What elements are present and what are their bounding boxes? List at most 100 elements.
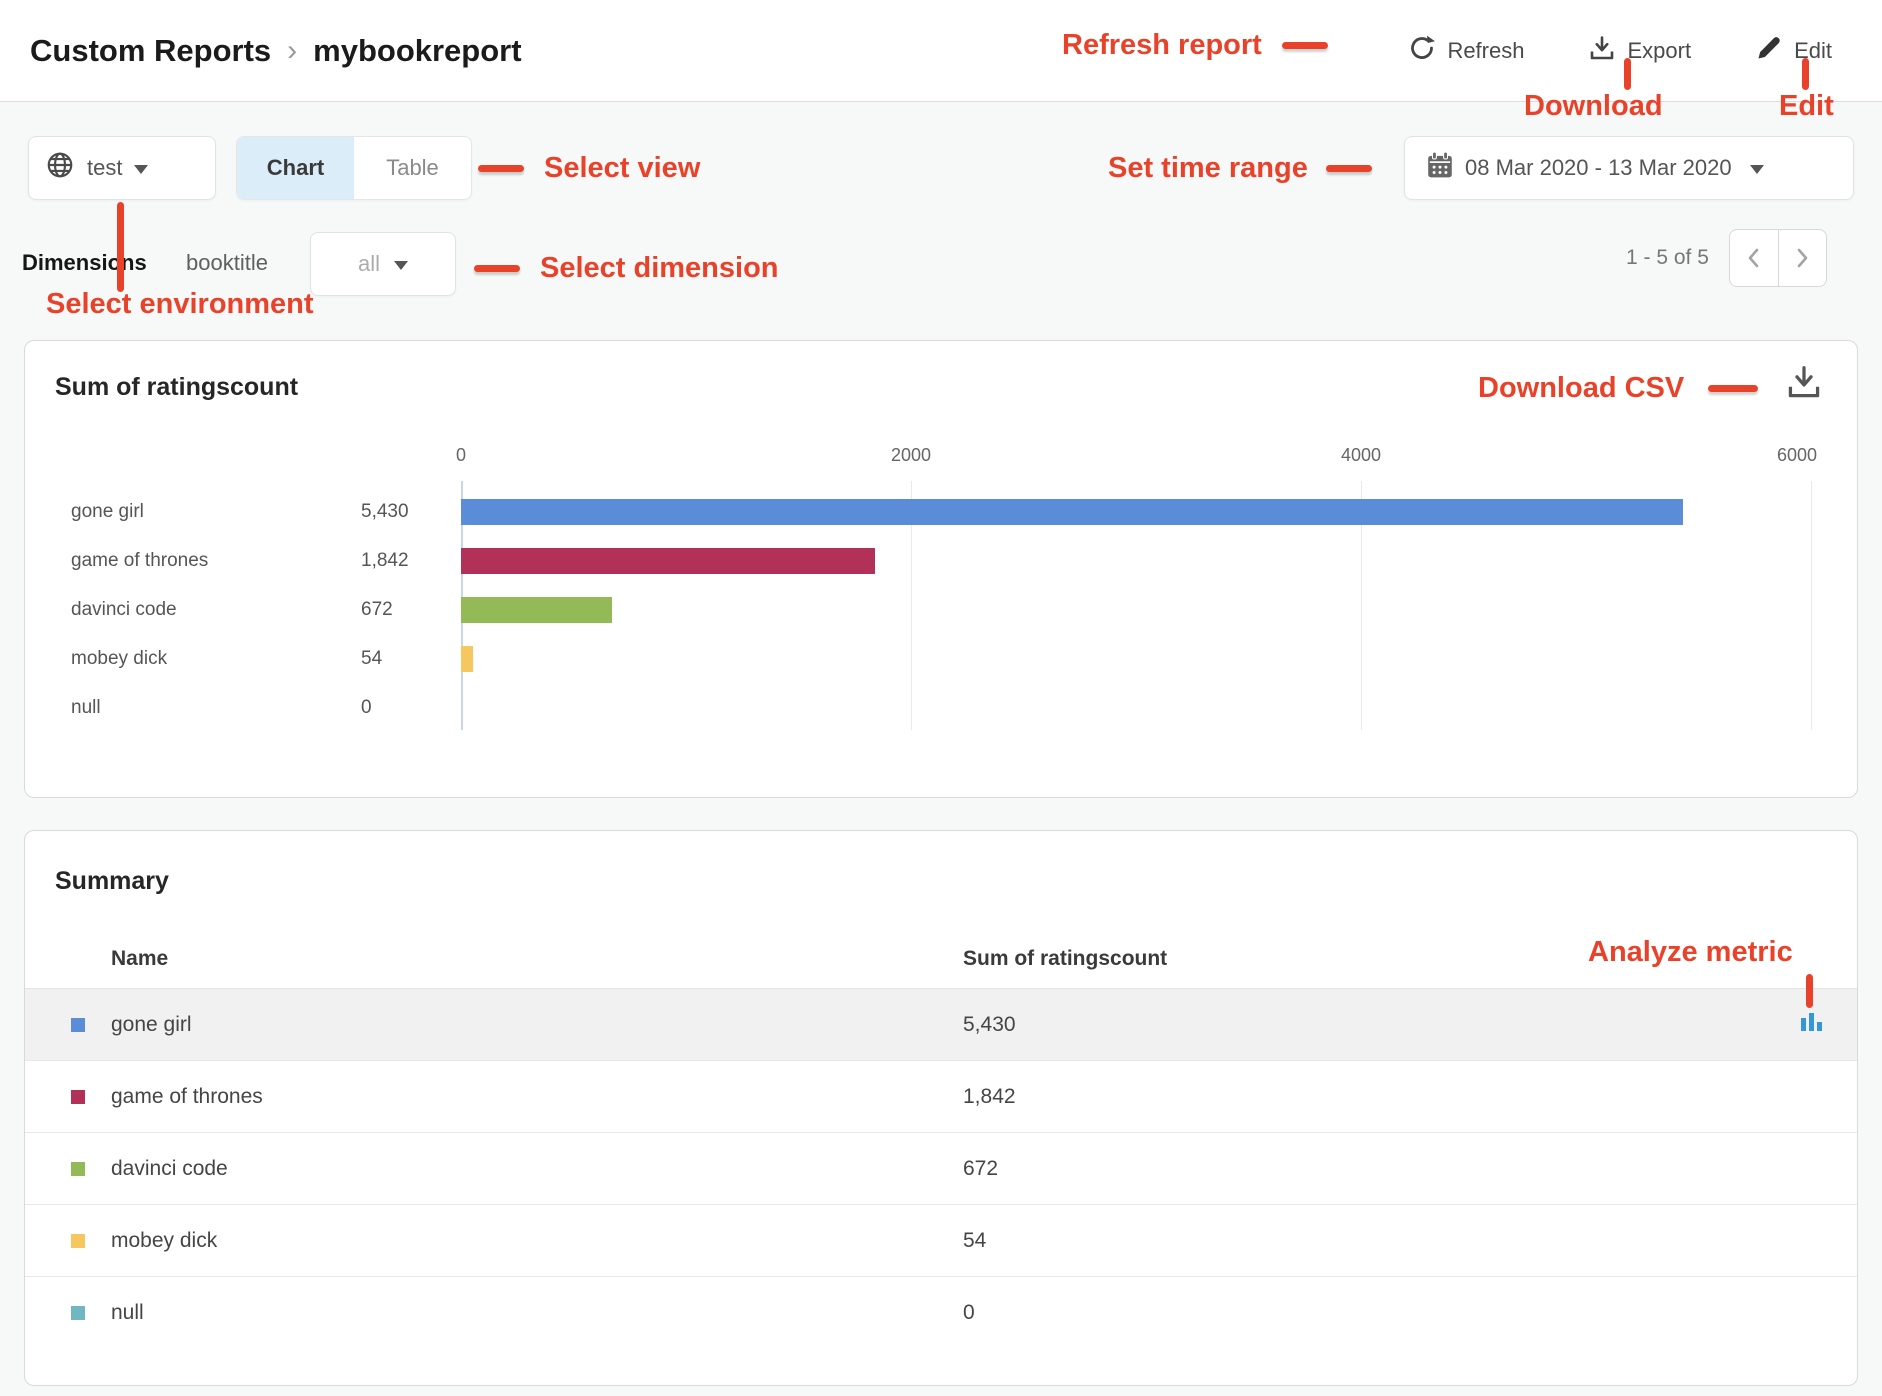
header-actions: Refresh Export Edit	[1408, 0, 1832, 102]
chart-row: davinci code672	[71, 585, 1811, 634]
refresh-icon	[1408, 34, 1436, 68]
row-name: game of thrones	[111, 1085, 963, 1109]
breadcrumb: Custom Reports › mybookreport	[30, 0, 522, 102]
annotation-analyze-metric: Analyze metric	[1588, 936, 1793, 969]
chart-bar-track	[461, 548, 1811, 574]
edit-label: Edit	[1794, 38, 1832, 64]
row-value: 1,842	[963, 1085, 1795, 1109]
dimensions-label: Dimensions	[22, 250, 147, 276]
chart-row: game of thrones1,842	[71, 536, 1811, 585]
tab-chart[interactable]: Chart	[237, 137, 354, 199]
table-row: gone girl5,430	[25, 989, 1857, 1061]
annotation-select-dimension: Select dimension	[474, 248, 779, 288]
row-value: 0	[963, 1301, 1795, 1325]
dimension-filter-select[interactable]: all	[310, 232, 456, 296]
column-header-name: Name	[111, 947, 963, 971]
row-color-swatch	[71, 1162, 85, 1176]
export-button[interactable]: Export	[1588, 34, 1691, 68]
pencil-icon	[1755, 34, 1783, 68]
chart-panel: Sum of ratingscount 0200040006000 gone g…	[24, 340, 1858, 798]
chart-category-label: null	[71, 697, 361, 719]
chevron-right-icon	[1793, 247, 1811, 269]
axis-tick: 6000	[1777, 445, 1817, 466]
x-axis: 0200040006000	[461, 445, 1811, 471]
chart-bar	[461, 499, 1683, 525]
chart-row: gone girl5,430	[71, 487, 1811, 536]
annotation-dash	[474, 265, 520, 272]
pagination: 1 - 5 of 5	[1626, 228, 1827, 288]
edit-button[interactable]: Edit	[1755, 34, 1832, 68]
app-header: Custom Reports › mybookreport Refresh Ex…	[0, 0, 1882, 102]
page-title: mybookreport	[313, 33, 521, 69]
gridline	[1811, 481, 1812, 730]
row-name: gone girl	[111, 1013, 963, 1037]
annotation-line-download	[1624, 58, 1631, 90]
chart-bar	[461, 597, 612, 623]
annotation-dash	[1326, 165, 1372, 172]
refresh-button[interactable]: Refresh	[1408, 34, 1524, 68]
table-row: davinci code672	[25, 1133, 1857, 1205]
refresh-label: Refresh	[1447, 38, 1524, 64]
annotation-text: Set time range	[1108, 152, 1308, 185]
download-icon	[1588, 34, 1616, 68]
chart-bar	[461, 646, 473, 672]
annotation-dash	[478, 165, 524, 172]
annotation-text: Refresh report	[1062, 29, 1262, 62]
dimension-filter-value: all	[358, 251, 380, 277]
table-row: mobey dick54	[25, 1205, 1857, 1277]
annotation-select-view: Select view	[478, 148, 700, 188]
annotation-text: Download CSV	[1478, 372, 1684, 405]
annotation-edit: Edit	[1779, 90, 1834, 123]
prev-page-button[interactable]	[1730, 230, 1778, 286]
pager-buttons	[1729, 229, 1827, 287]
annotation-dash	[1708, 385, 1758, 392]
breadcrumb-chevron-icon: ›	[287, 34, 297, 68]
chart-row: null0	[71, 683, 1811, 732]
annotation-text: Select view	[544, 152, 700, 185]
tab-table[interactable]: Table	[354, 137, 471, 199]
row-color-swatch	[71, 1234, 85, 1248]
breadcrumb-custom-reports[interactable]: Custom Reports	[30, 33, 271, 69]
row-name: mobey dick	[111, 1229, 963, 1253]
chart-bar-track	[461, 597, 1811, 623]
environment-select[interactable]: test	[28, 136, 216, 200]
axis-tick: 0	[456, 445, 466, 466]
analyze-metric-button[interactable]	[1799, 1009, 1825, 1040]
chevron-down-icon	[1750, 165, 1764, 174]
chart-value-label: 5,430	[361, 501, 461, 523]
annotation-select-environment: Select environment	[46, 288, 314, 321]
chart-category-label: game of thrones	[71, 550, 361, 572]
chart-value-label: 0	[361, 697, 461, 719]
bar-chart-icon	[1799, 1009, 1825, 1035]
annotation-text: Download	[1524, 90, 1663, 123]
download-csv-button[interactable]	[1785, 363, 1823, 406]
chevron-down-icon	[134, 165, 148, 174]
annotation-download: Download	[1524, 90, 1663, 123]
annotation-dash	[1282, 42, 1328, 49]
row-value: 5,430	[963, 1013, 1795, 1037]
annotation-refresh-report: Refresh report	[1062, 25, 1328, 65]
pagination-range: 1 - 5 of 5	[1626, 246, 1709, 270]
date-range-picker[interactable]: 08 Mar 2020 - 13 Mar 2020	[1404, 136, 1854, 200]
chart-bar	[461, 548, 875, 574]
chart-category-label: davinci code	[71, 599, 361, 621]
export-label: Export	[1627, 38, 1691, 64]
plot-area: gone girl5,430game of thrones1,842davinc…	[71, 487, 1811, 732]
row-name: null	[111, 1301, 963, 1325]
annotation-text: Edit	[1779, 90, 1834, 123]
table-body: gone girl5,430 game of thrones1,842 davinc…	[25, 989, 1857, 1349]
annotation-line-analyze	[1806, 974, 1813, 1008]
bar-chart: 0200040006000 gone girl5,430game of thro…	[71, 445, 1811, 732]
view-toggle: Chart Table	[236, 136, 472, 200]
row-color-swatch	[71, 1306, 85, 1320]
annotation-download-csv: Download CSV	[1478, 368, 1758, 408]
next-page-button[interactable]	[1778, 230, 1826, 286]
chart-category-label: mobey dick	[71, 648, 361, 670]
chevron-left-icon	[1745, 247, 1763, 269]
environment-value: test	[87, 155, 122, 181]
chart-value-label: 672	[361, 599, 461, 621]
table-header: Name Sum of ratingscount	[25, 929, 1857, 989]
dimension-name: booktitle	[186, 250, 268, 276]
row-value: 672	[963, 1157, 1795, 1181]
row-color-swatch	[71, 1090, 85, 1104]
